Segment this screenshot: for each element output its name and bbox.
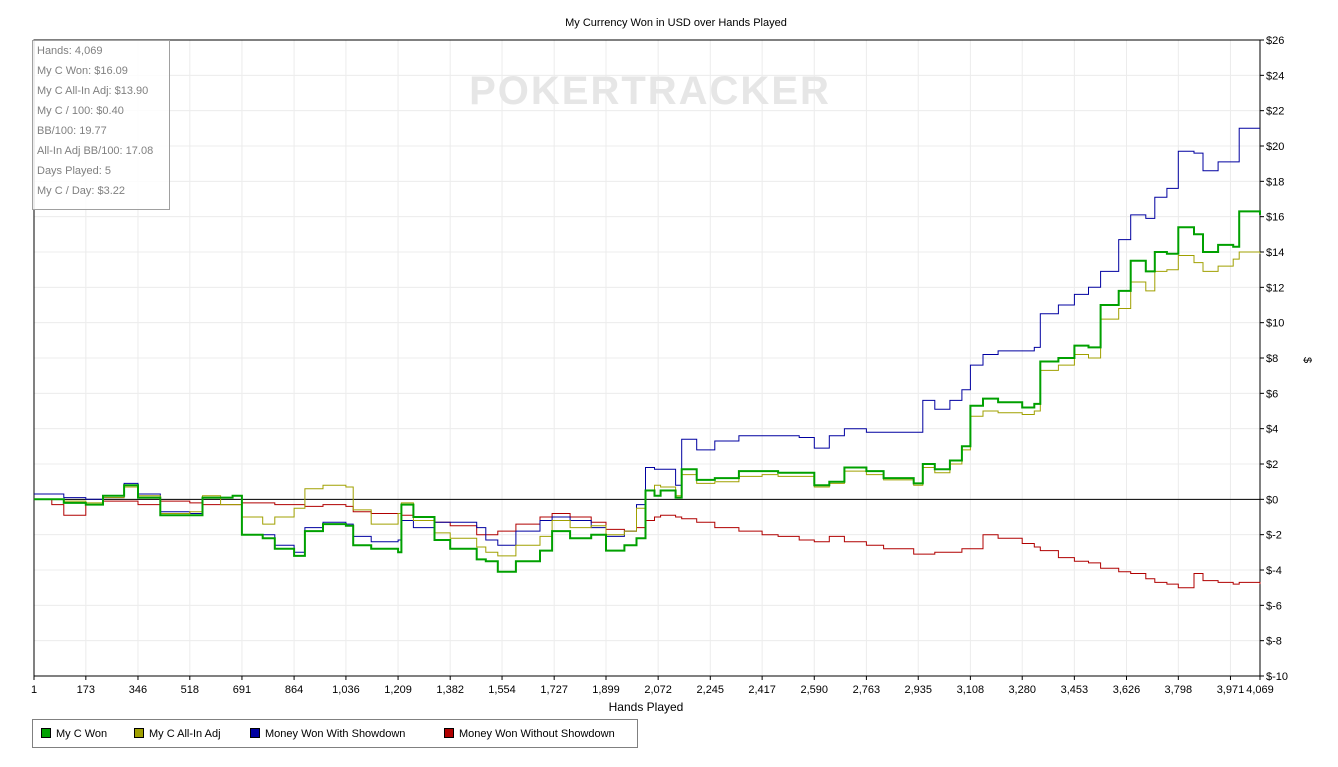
legend-label: My C Won [56,728,108,740]
x-tick-label: 173 [77,684,95,696]
y-tick-label: $4 [1266,424,1278,436]
x-tick-label: 346 [129,684,147,696]
y-tick-label: $2 [1266,459,1278,471]
x-tick-label: 1,382 [436,684,464,696]
x-tick-label: 691 [233,684,251,696]
x-axis-label: Hands Played [609,700,684,714]
stats-box: Hands: 4,069 My C Won: $16.09 My C All-I… [32,40,170,210]
x-tick-label: 3,280 [1008,684,1036,696]
x-tick-label: 1 [31,684,37,696]
y-tick-label: $10 [1266,318,1284,330]
x-tick-label: 1,209 [384,684,412,696]
y-tick-label: $-4 [1266,565,1282,577]
y-tick-label: $14 [1266,247,1284,259]
y-axis-label: $ [1301,357,1313,363]
x-tick-label: 864 [285,684,303,696]
watermark: POKERTRACKER [469,69,831,113]
legend-item-my-c-won[interactable]: My C Won [41,727,107,741]
chart-svg: POKERTRACKER 1 173 346 518 691 864 1,036 1,209 1,… [31,17,1313,714]
y-tick-label: $18 [1266,176,1284,188]
legend-item-with-showdown[interactable]: Money Won With Showdown [250,727,405,741]
x-tick-label: 1,727 [540,684,568,696]
stat-won: My C Won: $16.09 [37,65,128,77]
y-tick-label: $-2 [1266,530,1282,542]
legend-item-all-in-adj[interactable]: My C All-In Adj [134,727,221,741]
legend-label: Money Won With Showdown [265,728,406,740]
x-tick-label: 2,245 [697,684,725,696]
x-tick-label: 3,108 [957,684,985,696]
legend-swatch [250,728,260,738]
y-tick-label: $-8 [1266,636,1282,648]
x-tick-label: 2,417 [748,684,776,696]
legend-label: Money Won Without Showdown [459,728,615,740]
stat-per-day: My C / Day: $3.22 [37,185,126,197]
x-tick-label: 2,935 [904,684,932,696]
y-tick-label: $16 [1266,212,1284,224]
x-tick-label: 4,069 [1246,684,1274,696]
stat-days: Days Played: 5 [37,165,111,177]
x-tick-label: 3,971 [1217,684,1245,696]
stat-hands: Hands: 4,069 [37,45,103,57]
y-tick-label: $20 [1266,141,1284,153]
y-tick-label: $12 [1266,282,1284,294]
y-tick-label: $0 [1266,494,1278,506]
y-tick-label: $8 [1266,353,1278,365]
x-tick-label: 1,899 [592,684,620,696]
y-tick-label: $26 [1266,35,1284,47]
x-tick-label: 518 [181,684,199,696]
chart-title: My Currency Won in USD over Hands Played [565,17,787,29]
legend-swatch [444,728,454,738]
x-tick-label: 2,763 [853,684,881,696]
legend: My C Won My C All-In Adj Money Won With … [32,719,638,748]
legend-swatch [41,728,51,738]
x-tick-label: 1,554 [488,684,516,696]
x-tick-label: 3,626 [1113,684,1141,696]
stat-allin-adj: My C All-In Adj: $13.90 [37,85,149,97]
y-tick-label: $22 [1266,106,1284,118]
legend-item-without-showdown[interactable]: Money Won Without Showdown [444,727,615,741]
x-tick-label: 2,590 [800,684,828,696]
y-tick-label: $6 [1266,388,1278,400]
stat-allin-bb-100: All-In Adj BB/100: 17.08 [37,145,154,157]
stat-bb-100: BB/100: 19.77 [37,125,107,137]
y-tick-label: $-6 [1266,600,1282,612]
chart-panel: POKERTRACKER 1 173 346 518 691 864 1,036 1,209 1,… [0,0,1338,767]
x-tick-label: 1,036 [332,684,360,696]
stat-per-100: My C / 100: $0.40 [37,105,124,117]
legend-swatch [134,728,144,738]
legend-label: My C All-In Adj [149,728,221,740]
y-tick-label: $24 [1266,70,1284,82]
y-tick-label: $-10 [1266,671,1288,683]
x-tick-label: 3,798 [1165,684,1193,696]
x-tick-label: 2,072 [644,684,672,696]
x-tick-label: 3,453 [1061,684,1089,696]
